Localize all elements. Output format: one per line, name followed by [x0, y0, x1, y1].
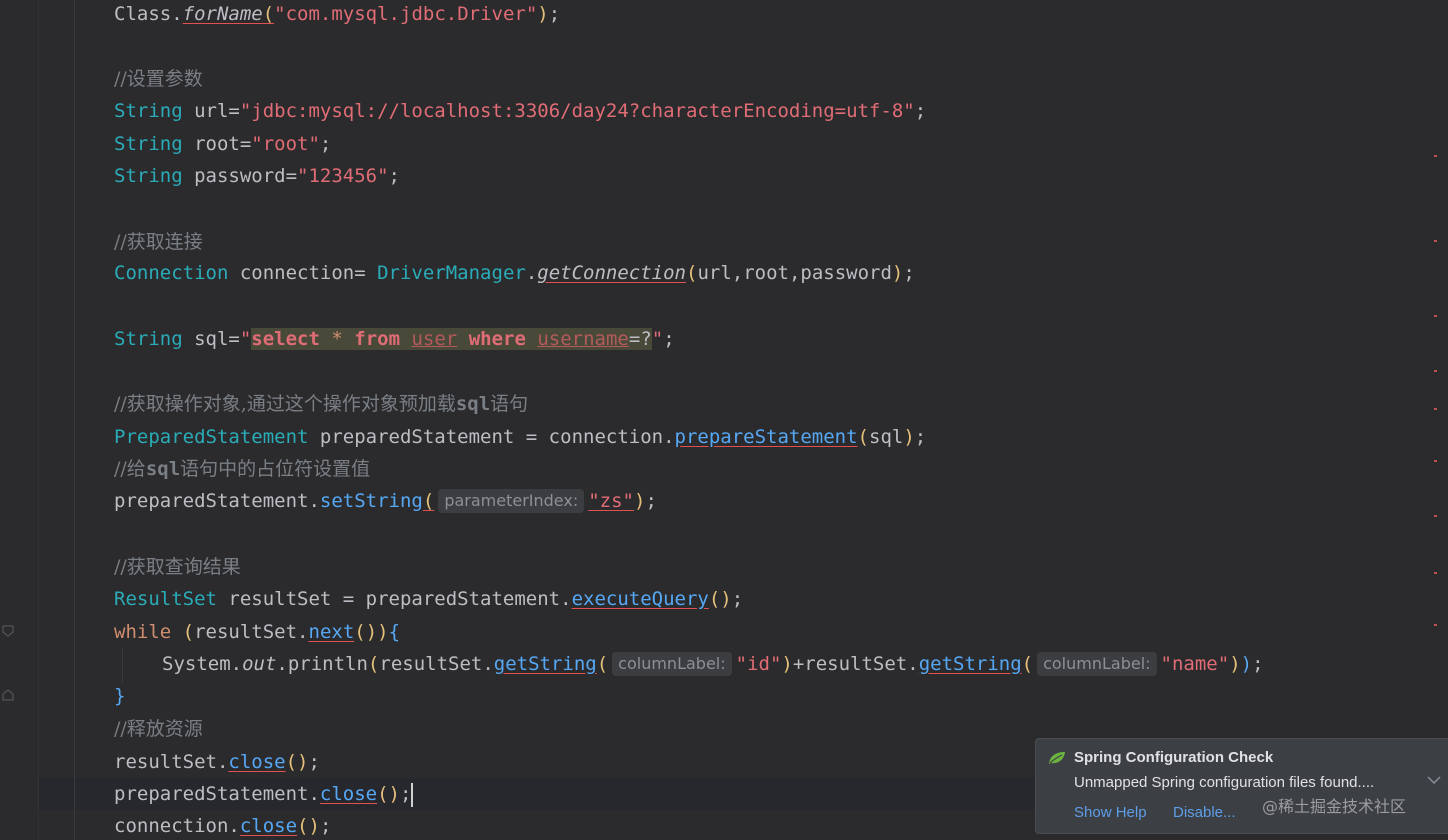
parameter-hint: columnLabel: — [612, 652, 732, 676]
code-line-1: Class.forName("com.mysql.jdbc.Driver"); — [114, 3, 561, 25]
text-caret — [411, 782, 414, 807]
error-stripe-mark[interactable] — [1434, 370, 1437, 372]
notification-body: Unmapped Spring configuration files foun… — [1074, 774, 1375, 791]
code-line-root: String root="root"; — [114, 133, 332, 155]
error-stripe-mark[interactable] — [1434, 624, 1437, 626]
error-stripe-mark[interactable] — [1434, 572, 1437, 574]
code-line-println: System.out.println(resultSet.getString(c… — [162, 652, 1264, 676]
parameter-hint: columnLabel: — [1037, 652, 1157, 676]
indent-guide-inner — [122, 648, 123, 682]
code-line-result-close: resultSet.close(); — [114, 751, 320, 773]
notification-title: Spring Configuration Check — [1074, 749, 1274, 766]
code-line-prepared-statement: PreparedStatement preparedStatement = co… — [114, 426, 927, 448]
comment-line: //获取连接 — [114, 231, 203, 253]
disable-link[interactable]: Disable... — [1173, 804, 1236, 821]
comment-line: //获取操作对象,通过这个操作对象预加载sql语句 — [114, 393, 529, 415]
error-stripe-mark[interactable] — [1434, 240, 1437, 242]
comment-line: //设置参数 — [114, 68, 203, 90]
error-stripe-mark[interactable] — [1434, 155, 1437, 157]
comment-line: //给sql语句中的占位符设置值 — [114, 458, 371, 480]
fold-open-icon[interactable] — [2, 625, 14, 637]
error-stripe-mark[interactable] — [1434, 460, 1437, 462]
spring-config-notification[interactable]: Spring Configuration Check Unmapped Spri… — [1035, 738, 1448, 834]
code-editor[interactable]: Class.forName("com.mysql.jdbc.Driver"); … — [39, 0, 1439, 840]
code-line-connection: Connection connection= DriverManager.get… — [114, 262, 915, 284]
code-line-statement-close: preparedStatement.close(); — [114, 782, 414, 807]
show-help-link[interactable]: Show Help — [1074, 804, 1147, 821]
code-line-url: String url="jdbc:mysql://localhost:3306/… — [114, 100, 927, 122]
code-line-while: while (resultSet.next()){ — [114, 621, 401, 643]
comment-line: //释放资源 — [114, 718, 203, 740]
code-line-password: String password="123456"; — [114, 165, 400, 187]
error-stripe-mark[interactable] — [1434, 408, 1437, 410]
error-stripe-mark[interactable] — [1434, 515, 1437, 517]
code-line-result-set: ResultSet resultSet = preparedStatement.… — [114, 588, 744, 610]
comment-line: //获取查询结果 — [114, 556, 241, 578]
parameter-hint: parameterIndex: — [438, 489, 585, 513]
indent-guide — [74, 0, 75, 840]
code-line-set-string: preparedStatement.setString(parameterInd… — [114, 489, 657, 513]
code-line-sql: String sql="select * from user where use… — [114, 328, 675, 350]
spring-leaf-icon — [1049, 752, 1065, 764]
code-line-connection-close: connection.close(); — [114, 815, 332, 837]
chevron-down-icon[interactable] — [1427, 775, 1441, 785]
fold-close-icon[interactable] — [2, 689, 14, 701]
editor-gutter — [0, 0, 39, 840]
code-line-close-brace: } — [114, 685, 126, 707]
error-stripe-mark[interactable] — [1434, 315, 1437, 317]
watermark: @稀土掘金技术社区 — [1262, 797, 1407, 816]
